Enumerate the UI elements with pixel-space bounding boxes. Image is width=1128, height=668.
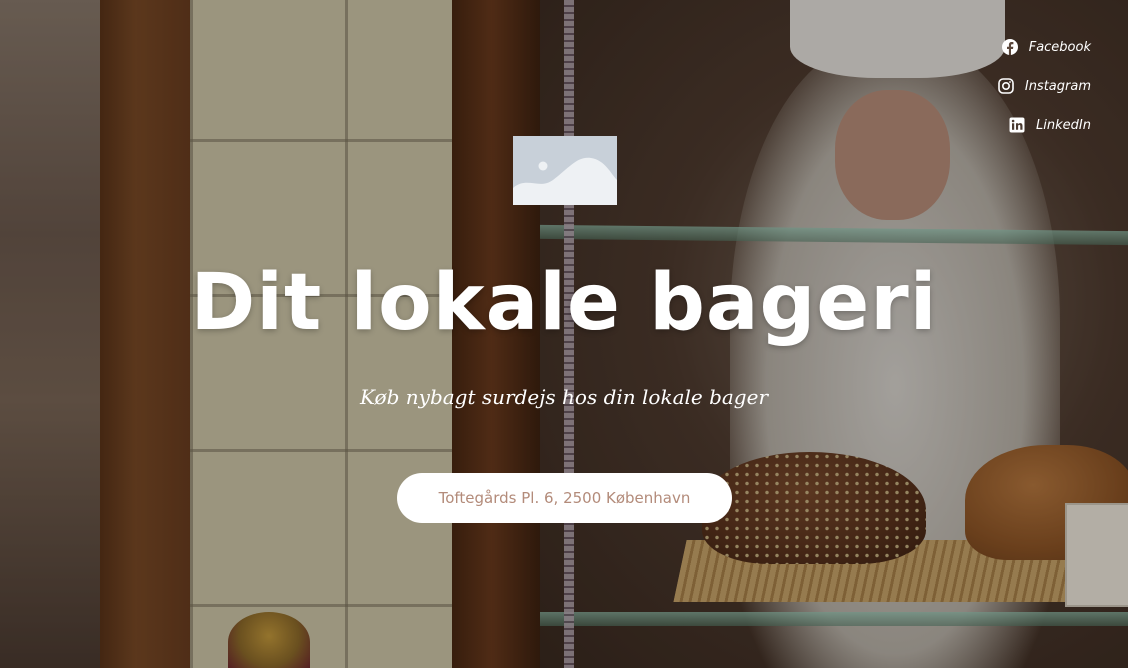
address-button[interactable]: Toftegårds Pl. 6, 2500 København [397, 473, 732, 523]
facebook-link[interactable]: Facebook [1001, 36, 1091, 58]
instagram-icon [998, 78, 1014, 94]
instagram-link[interactable]: Instagram [998, 75, 1091, 97]
linkedin-icon [1009, 117, 1025, 133]
page-subtitle: Køb nybagt surdejs hos din lokale bager [359, 385, 769, 409]
image-placeholder-icon [513, 136, 617, 205]
linkedin-label: LinkedIn [1036, 117, 1091, 133]
facebook-icon [1001, 39, 1018, 55]
facebook-label: Facebook [1028, 39, 1091, 55]
instagram-label: Instagram [1024, 78, 1091, 94]
hero-section: Facebook Instagram LinkedIn Dit lokale b… [0, 0, 1128, 668]
social-links: Facebook Instagram LinkedIn [998, 36, 1091, 136]
logo-image [513, 136, 617, 205]
linkedin-link[interactable]: LinkedIn [1009, 114, 1091, 136]
page-title: Dit lokale bageri [190, 258, 938, 348]
